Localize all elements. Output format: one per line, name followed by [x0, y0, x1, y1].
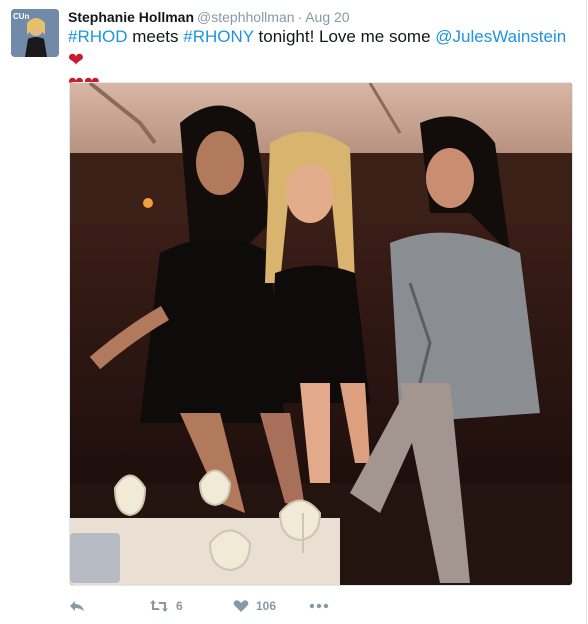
tweet-actions: 6 106 [69, 596, 369, 616]
tweet-text-part: meets [127, 27, 184, 46]
photo-image [70, 83, 572, 585]
like-button[interactable]: 106 [233, 596, 276, 616]
avatar-logo-text: CUn [13, 12, 30, 21]
tweet-photo[interactable] [69, 82, 573, 586]
more-button[interactable] [309, 596, 329, 616]
mention-jules[interactable]: @JulesWainstein [435, 27, 566, 46]
retweet-button[interactable]: 6 [149, 596, 183, 616]
avatar[interactable]: CUn [11, 9, 59, 57]
avatar-image: CUn [11, 9, 59, 57]
author-handle[interactable]: @stephhollman [197, 9, 295, 25]
tweet-header: Stephanie Hollman @stephhollman · Aug 20 [68, 8, 350, 26]
tweet-text-part: tonight! Love me some [253, 27, 436, 46]
like-icon [233, 600, 249, 612]
reply-icon [70, 601, 84, 611]
more-icon [309, 603, 329, 609]
author-name[interactable]: Stephanie Hollman [68, 9, 194, 25]
card-border [586, 0, 587, 624]
reply-button[interactable] [69, 596, 85, 616]
hashtag-rhod[interactable]: #RHOD [68, 27, 128, 46]
retweet-count: 6 [176, 599, 183, 613]
heart-emoji: ❤ [68, 50, 84, 71]
hashtag-rhony[interactable]: #RHONY [183, 27, 254, 46]
separator-dot: · [297, 9, 303, 25]
like-count: 106 [256, 599, 277, 613]
tweet-date[interactable]: Aug 20 [305, 9, 349, 25]
retweet-icon [150, 600, 168, 612]
tweet: CUn Stephanie Hollman @stephhollman · Aug 2… [0, 0, 588, 624]
